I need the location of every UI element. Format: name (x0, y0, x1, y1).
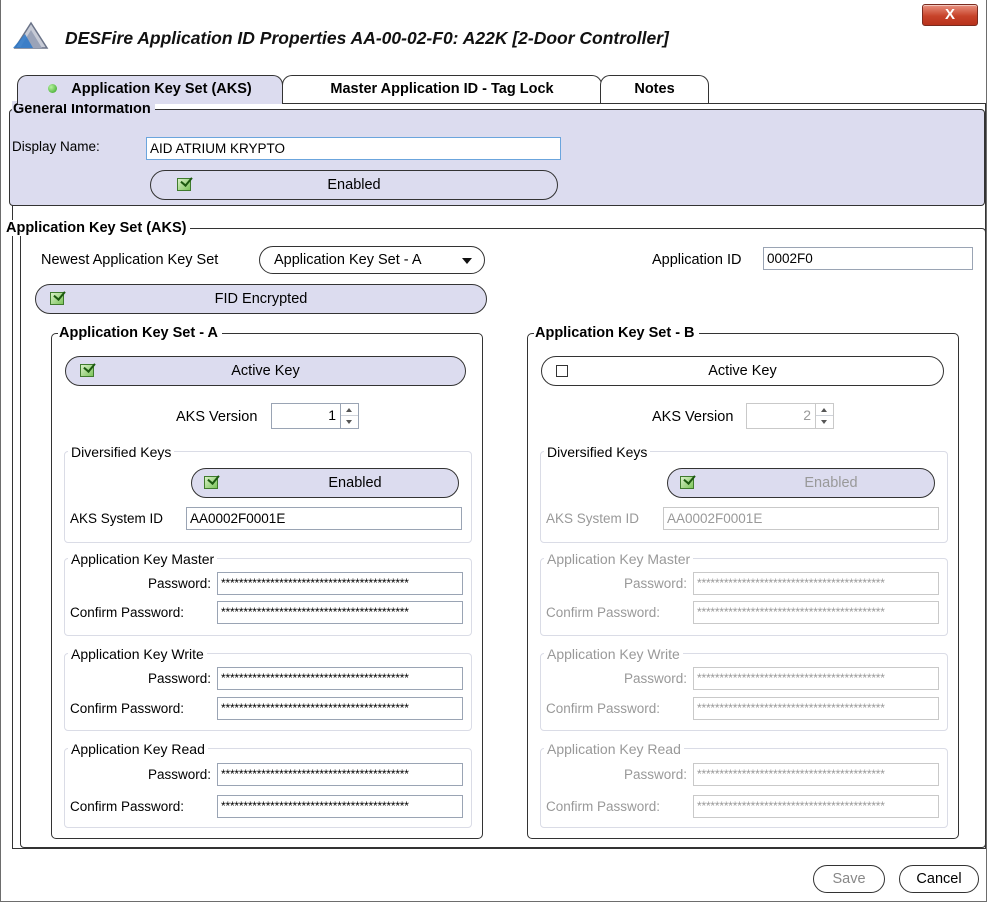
group-title: Application Key Set - B (534, 325, 699, 341)
set-a-system-id-input[interactable]: AA0002F0001E (186, 507, 462, 530)
confirm-password-label: Confirm Password: (546, 701, 661, 716)
enabled-label: Enabled (804, 475, 858, 491)
spinner-buttons (815, 404, 833, 428)
group-title: Application Key Set (AKS) (5, 220, 191, 236)
password-label: Password: (624, 767, 688, 782)
key-master-title: Application Key Master (68, 551, 218, 567)
set-b-key-master-group: Application Key Master (540, 551, 948, 636)
fid-encrypted-label: FID Encrypted (214, 291, 308, 307)
set-a-write-confirm-input[interactable]: ****************************************… (217, 697, 463, 720)
active-key-label: Active Key (231, 363, 300, 379)
confirm-password-label: Confirm Password: (70, 701, 185, 716)
key-master-title: Application Key Master (544, 551, 694, 567)
set-b-write-password-input[interactable]: ****************************************… (693, 667, 939, 690)
enabled-label: Enabled (328, 475, 382, 491)
password-label: Password: (624, 671, 688, 686)
spin-down-icon[interactable] (341, 416, 358, 428)
set-a-active-key-toggle[interactable]: Active Key (65, 356, 466, 386)
set-a-read-confirm-input[interactable]: ****************************************… (217, 795, 463, 818)
tab-notes[interactable]: Notes (600, 75, 709, 103)
window-title: DESFire Application ID Properties AA-00-… (65, 28, 669, 48)
application-id-label: Application ID (652, 252, 742, 268)
key-read-title: Application Key Read (68, 741, 208, 757)
password-label: Password: (148, 767, 212, 782)
set-a-system-id-label: AKS System ID (70, 511, 164, 526)
diversified-keys-title: Diversified Keys (544, 444, 651, 460)
checkbox-checked-icon (680, 476, 694, 489)
set-b-read-confirm-input[interactable]: ****************************************… (693, 795, 939, 818)
set-a-version-label: AKS Version (176, 409, 258, 425)
fid-encrypted-toggle[interactable]: FID Encrypted (35, 284, 487, 314)
title-bar: DESFire Application ID Properties AA-00-… (1, 0, 986, 62)
dropdown-value: Application Key Set - A (274, 252, 422, 268)
set-a-master-password-input[interactable]: ****************************************… (217, 572, 463, 595)
status-dot-icon (48, 84, 58, 93)
newest-aks-label: Newest Application Key Set (41, 252, 219, 268)
set-b-diversified-enabled-toggle[interactable]: Enabled (667, 468, 935, 498)
dropdown-arrow-icon (462, 258, 472, 264)
spinner-value: 2 (803, 407, 811, 423)
spin-up-icon[interactable] (341, 404, 358, 416)
set-a-read-password-input[interactable]: ****************************************… (217, 763, 463, 786)
set-b-write-confirm-input[interactable]: ****************************************… (693, 697, 939, 720)
password-label: Password: (624, 576, 688, 591)
password-label: Password: (148, 576, 212, 591)
key-write-title: Application Key Write (68, 646, 207, 662)
properties-window: DESFire Application ID Properties AA-00-… (0, 0, 987, 902)
display-name-label: Display Name: (12, 139, 100, 154)
application-id-input[interactable]: 0002F0 (763, 247, 973, 270)
tab-application-key-set[interactable]: Application Key Set (AKS) (17, 75, 283, 104)
key-write-title: Application Key Write (544, 646, 683, 662)
diversified-keys-title: Diversified Keys (68, 444, 175, 460)
set-a-diversified-enabled-toggle[interactable]: Enabled (191, 468, 459, 498)
spinner-value: 1 (328, 407, 336, 423)
set-a-key-master-group: Application Key Master (64, 551, 472, 636)
group-title: Application Key Set - A (58, 325, 222, 341)
confirm-password-label: Confirm Password: (70, 799, 185, 814)
general-information-group: General Information Display Name: AID AT… (9, 101, 985, 206)
confirm-password-label: Confirm Password: (70, 605, 185, 620)
tab-master-application-id[interactable]: Master Application ID - Tag Lock (282, 75, 602, 103)
key-read-title: Application Key Read (544, 741, 684, 757)
confirm-password-label: Confirm Password: (546, 799, 661, 814)
app-logo-icon (13, 21, 49, 49)
tab-label: Application Key Set (AKS) (71, 81, 252, 97)
set-b-system-id-input[interactable]: AA0002F0001E (663, 507, 939, 530)
cancel-button[interactable]: Cancel (899, 865, 979, 893)
set-b-system-id-label: AKS System ID (546, 511, 640, 526)
set-a-write-password-input[interactable]: ****************************************… (217, 667, 463, 690)
set-b-master-password-input[interactable]: ****************************************… (693, 572, 939, 595)
spinner-buttons (340, 404, 358, 428)
checkbox-checked-icon (204, 476, 218, 489)
close-button[interactable]: X (922, 4, 978, 26)
tab-label: Notes (634, 81, 675, 97)
spin-down-icon[interactable] (816, 416, 833, 428)
set-b-read-password-input[interactable]: ****************************************… (693, 763, 939, 786)
enabled-toggle[interactable]: Enabled (150, 170, 558, 200)
enabled-label: Enabled (327, 177, 381, 193)
save-button[interactable]: Save (813, 865, 885, 893)
set-b-version-label: AKS Version (652, 409, 734, 425)
tab-label: Master Application ID - Tag Lock (330, 81, 554, 97)
set-a-master-confirm-input[interactable]: ****************************************… (217, 601, 463, 624)
set-b-master-confirm-input[interactable]: ****************************************… (693, 601, 939, 624)
display-name-input[interactable]: AID ATRIUM KRYPTO (146, 137, 561, 160)
set-a-version-spinner[interactable]: 1 (271, 403, 359, 429)
set-b-active-key-toggle[interactable]: Active Key (541, 356, 944, 386)
newest-aks-dropdown[interactable]: Application Key Set - A (259, 246, 485, 274)
active-key-label: Active Key (708, 363, 777, 379)
confirm-password-label: Confirm Password: (546, 605, 661, 620)
password-label: Password: (148, 671, 212, 686)
spin-up-icon[interactable] (816, 404, 833, 416)
set-b-version-spinner[interactable]: 2 (746, 403, 834, 429)
